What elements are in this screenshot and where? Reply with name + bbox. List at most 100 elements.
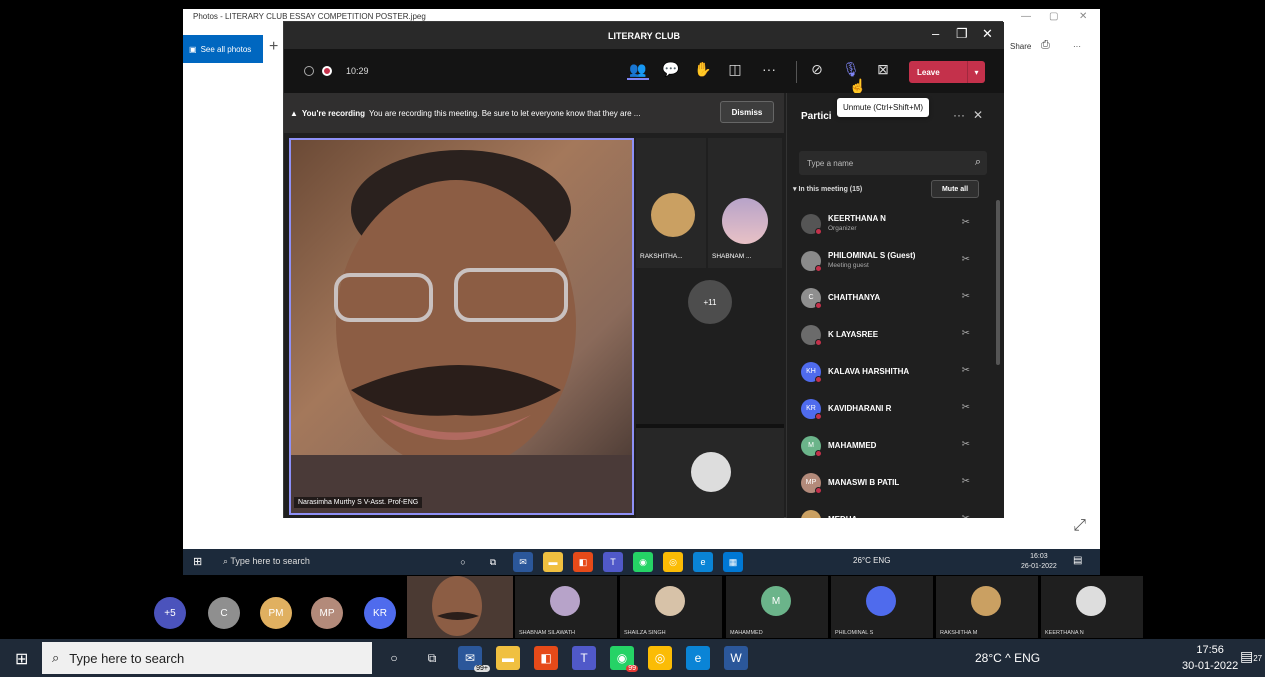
participant-row[interactable]: KEERTHANA N Organizer ✂ [787, 205, 992, 242]
mic-off-icon[interactable]: ✂ [962, 439, 970, 450]
avatar [722, 198, 768, 244]
office-icon[interactable]: ◧ [573, 552, 593, 572]
gallery-tile[interactable]: PHILOMINAL S [831, 576, 933, 638]
mic-off-icon[interactable]: ✂ [962, 254, 970, 265]
mic-off-icon[interactable]: ✂ [962, 402, 970, 413]
participant-row[interactable]: KH KALAVA HARSHITHA ✂ [787, 353, 992, 390]
mail-icon[interactable]: ✉ [513, 552, 533, 572]
participant-row[interactable]: KR KAVIDHARANI R ✂ [787, 390, 992, 427]
office-icon[interactable]: ◧ [534, 646, 558, 670]
status-badge [815, 449, 822, 457]
share-screen-icon[interactable]: ⊠ [872, 61, 894, 78]
more-participants-button[interactable]: +11 [688, 280, 732, 324]
rooms-icon[interactable]: ◫ [724, 61, 746, 78]
mic-off-icon[interactable]: ✂ [962, 513, 970, 518]
mail-icon[interactable]: ✉ 99+ [458, 646, 490, 672]
gallery-avatar[interactable]: PM [260, 597, 292, 629]
participant-tile[interactable]: RAKSHITHA... [636, 138, 706, 268]
minimize-icon[interactable]: — [1021, 11, 1031, 22]
word-icon[interactable]: W [724, 646, 748, 670]
see-all-photos-button[interactable]: ▣ See all photos [183, 35, 263, 63]
close-icon[interactable]: ✕ [973, 108, 983, 122]
dismiss-button[interactable]: Dismiss [720, 101, 774, 123]
gallery-tile[interactable]: KEERTHANA N [1041, 576, 1143, 638]
folder-icon[interactable]: ▬ [543, 552, 563, 572]
participant-row[interactable]: C CHAITHANYA ✂ [787, 279, 992, 316]
reactions-icon[interactable]: ✋ [692, 61, 714, 78]
gallery-avatar[interactable]: MP [311, 597, 343, 629]
clock[interactable]: 17:56 30-01-2022 [1182, 642, 1238, 674]
gallery-tile[interactable]: M MAHAMMED [726, 576, 828, 638]
restore-icon[interactable]: ❐ [956, 26, 968, 42]
cortana-icon[interactable]: ○ [453, 552, 473, 572]
participant-row[interactable]: K LAYASREE ✂ [787, 316, 992, 353]
gallery-avatar[interactable]: C [208, 597, 240, 629]
whatsapp-icon[interactable]: ◉ 99 [610, 646, 638, 672]
maximize-icon[interactable]: ▢ [1049, 11, 1058, 22]
windows-icon[interactable]: ⊞ [15, 649, 28, 669]
gallery-tile[interactable]: SHABNAM SILAWATH [515, 576, 617, 638]
system-tray[interactable]: 26°C ENG [853, 556, 890, 565]
system-tray[interactable]: 28°C ^ ENG [975, 651, 1040, 665]
mic-off-icon[interactable]: ✂ [962, 476, 970, 487]
search-input[interactable]: Type a name ⌕ [799, 151, 987, 175]
notification-icon[interactable]: ▤ [1073, 555, 1082, 566]
mute-all-button[interactable]: Mute all [931, 180, 979, 198]
more-actions-icon[interactable]: ··· [758, 61, 780, 77]
gallery-avatar[interactable]: KR [364, 597, 396, 629]
search-box[interactable]: ⌕ Type here to search [223, 556, 310, 567]
close-icon[interactable]: ✕ [982, 26, 993, 42]
avatar [1076, 586, 1106, 616]
mic-off-icon[interactable]: ✂ [962, 365, 970, 376]
participant-row[interactable]: PHILOMINAL S (Guest) Meeting guest ✂ [787, 242, 992, 279]
notification-icon[interactable]: ▤27 [1240, 648, 1262, 665]
edge-icon[interactable]: e [686, 646, 710, 670]
teams-icon[interactable]: T [603, 552, 623, 572]
participant-tile[interactable] [636, 428, 784, 518]
expand-icon[interactable]: ⤢ [1073, 517, 1086, 535]
mic-off-icon[interactable]: ✂ [962, 328, 970, 339]
edge-icon[interactable]: e [693, 552, 713, 572]
participant-row[interactable]: MEDHA ✂ [787, 501, 992, 518]
task-view-icon[interactable]: ⧉ [420, 646, 444, 670]
task-view-icon[interactable]: ⧉ [483, 552, 503, 572]
mic-off-icon[interactable]: ✂ [962, 217, 970, 228]
gallery-avatar[interactable]: +5 [154, 597, 186, 629]
share-button[interactable]: Share [1010, 42, 1031, 51]
participant-tile[interactable]: SHABNAM ... [708, 138, 782, 268]
minimize-icon[interactable]: – [932, 26, 939, 41]
chrome-icon[interactable]: ◎ [663, 552, 683, 572]
teams-icon[interactable]: T [572, 646, 596, 670]
cortana-icon[interactable]: ○ [382, 646, 406, 670]
close-icon[interactable]: ✕ [1079, 11, 1087, 22]
participant-row[interactable]: M MAHAMMED ✂ [787, 427, 992, 464]
clock[interactable]: 16:03 26-01-2022 [1021, 552, 1057, 572]
banner-text: You are recording this meeting. Be sure … [369, 108, 641, 118]
print-icon[interactable]: ⎙ [1041, 39, 1050, 52]
leave-button[interactable]: Leave ▾ [909, 61, 985, 83]
main-speaker-video[interactable]: Narasimha Murthy S V-Asst. Prof-ENG [289, 138, 634, 515]
mic-off-icon[interactable]: 🎙 [840, 61, 862, 78]
self-video-tile[interactable] [407, 576, 513, 638]
participants-icon[interactable]: 👥 [627, 61, 649, 80]
whatsapp-icon[interactable]: ◉ [633, 552, 653, 572]
gallery-tile[interactable]: RAKSHITHA M [936, 576, 1038, 638]
search-box[interactable]: ⌕ Type here to search [42, 642, 372, 674]
taskbar: ⊞ ⌕ Type here to search ○ ⧉ ✉ 99+ ▬ ◧ T ◉… [0, 639, 1265, 677]
chat-icon[interactable]: 💬 [660, 61, 682, 78]
chrome-icon[interactable]: ◎ [648, 646, 672, 670]
camera-off-icon[interactable]: ⊘ [806, 61, 828, 78]
participant-row[interactable]: MP MANASWI B PATIL ✂ [787, 464, 992, 501]
windows-icon[interactable]: ⊞ [193, 555, 202, 568]
gallery-tile[interactable]: SHAILZA SINGH [620, 576, 722, 638]
section-header[interactable]: ▾ In this meeting (15) [793, 185, 862, 193]
tile-name: RAKSHITHA... [640, 253, 683, 260]
photos-icon[interactable]: ▦ [723, 552, 743, 572]
more-icon[interactable]: ··· [953, 108, 965, 122]
more-options-button[interactable]: ··· [1073, 42, 1081, 51]
chevron-down-icon[interactable]: ▾ [967, 61, 985, 83]
mic-off-icon[interactable]: ✂ [962, 291, 970, 302]
add-icon[interactable]: + [269, 38, 278, 56]
scrollbar[interactable] [996, 200, 1000, 365]
folder-icon[interactable]: ▬ [496, 646, 520, 670]
